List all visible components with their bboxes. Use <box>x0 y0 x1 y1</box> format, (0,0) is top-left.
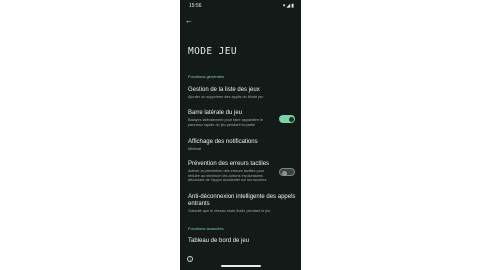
anti-disconnect-item[interactable]: Anti-déconnexion intelligente des appels… <box>188 194 298 214</box>
game-list-item[interactable]: Gestion de la liste des jeux Ajouter ou … <box>188 87 298 100</box>
notifications-title: Affichage des notifications <box>188 139 258 145</box>
status-bar: 15:56 ▾◢▮ <box>180 0 301 12</box>
notifications-subtitle: Minimal <box>188 147 202 151</box>
touch-errors-title: Prévention des erreurs tactiles <box>188 161 270 167</box>
page-title: MODE JEU <box>188 46 237 57</box>
back-arrow-icon[interactable]: ← <box>185 16 195 26</box>
game-list-subtitle: Ajouter ou supprimer des applis du Mode … <box>188 95 264 99</box>
section-header-general: Fonctions générales <box>188 74 225 79</box>
info-icon[interactable]: i <box>187 256 193 262</box>
status-icons: ▾◢▮ <box>282 3 295 9</box>
game-list-title: Gestion de la liste des jeux <box>188 87 260 93</box>
sidebar-subtitle: Balayez latéralement pour faire apparaît… <box>188 118 263 127</box>
status-time: 15:56 <box>189 3 202 9</box>
sidebar-toggle[interactable] <box>279 115 295 123</box>
sidebar-item[interactable]: Barre latérale du jeu Balayez latéraleme… <box>188 110 276 127</box>
sidebar-title: Barre latérale du jeu <box>188 110 243 116</box>
section-header-advanced: Fonctions avancées <box>188 226 224 231</box>
anti-disconnect-title: Anti-déconnexion intelligente des appels… <box>188 194 296 207</box>
dashboard-item[interactable]: Tableau de bord de jeu <box>188 238 298 245</box>
dashboard-title: Tableau de bord de jeu <box>188 238 250 244</box>
touch-errors-toggle[interactable] <box>279 168 295 176</box>
touch-errors-subtitle: Activer la prévention des erreurs tactil… <box>188 169 267 183</box>
game-mode-screen: 15:56 ▾◢▮ ← MODE JEU Fonctions générales… <box>180 0 301 270</box>
toggle-knob <box>281 170 287 176</box>
anti-disconnect-subtitle: Garantir que le réseau reste fluide pend… <box>188 209 271 213</box>
toggle-knob <box>288 116 294 122</box>
notifications-item[interactable]: Affichage des notifications Minimal <box>188 139 298 152</box>
touch-errors-item[interactable]: Prévention des erreurs tactiles Activer … <box>188 161 276 183</box>
home-indicator[interactable] <box>221 265 261 267</box>
